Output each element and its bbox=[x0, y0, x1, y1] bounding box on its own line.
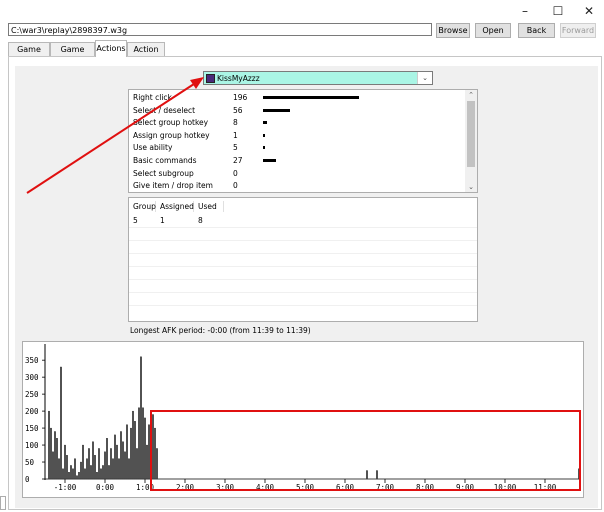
arrow-line bbox=[26, 81, 198, 194]
annotation-arrow bbox=[26, 77, 204, 194]
arrow-head bbox=[190, 77, 204, 89]
